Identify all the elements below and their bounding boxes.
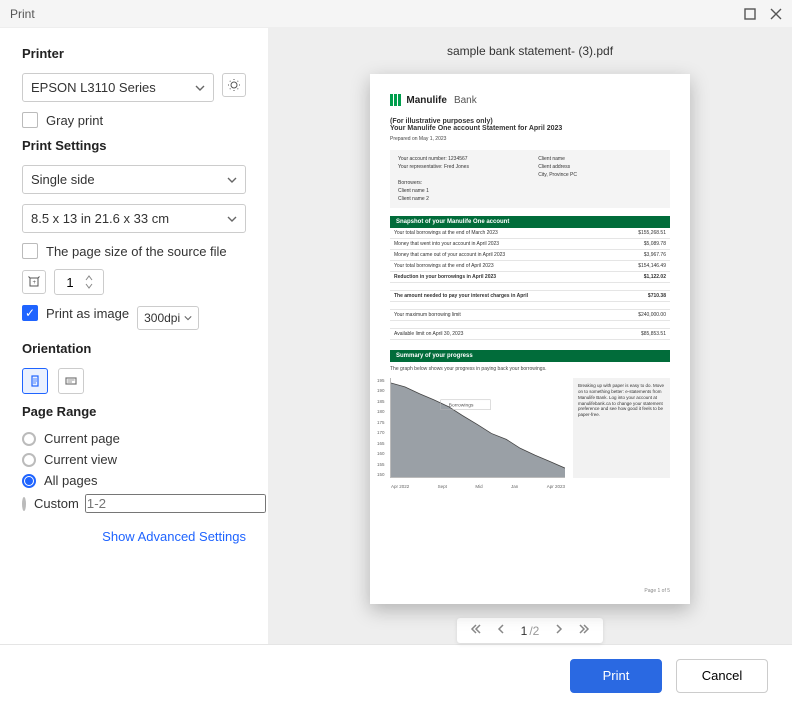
last-page-button[interactable]	[579, 623, 591, 638]
dpi-select[interactable]: 300dpi	[137, 306, 199, 330]
gray-print-checkbox[interactable]: Gray print	[22, 112, 246, 128]
collate-button[interactable]: +	[22, 270, 46, 294]
page-indicator: 1 /2	[521, 624, 540, 638]
table-row: Your maximum borrowing limit$240,000.00	[390, 310, 670, 321]
radio-custom-label: Custom	[34, 496, 79, 511]
print-options-panel: Printer EPSON L3110 Series Gray print Pr…	[0, 28, 268, 644]
radio-custom[interactable]: Custom /2 !	[22, 494, 246, 513]
graph-caption: The graph below shows your progress in p…	[390, 366, 670, 372]
stepper-up-icon[interactable]	[85, 274, 93, 282]
cancel-button[interactable]: Cancel	[676, 659, 768, 693]
svg-text:Borrowings: Borrowings	[449, 403, 474, 409]
table-row: Money that came out of your account in A…	[390, 250, 670, 261]
table-row: Available limit on April 30, 2023$85,853…	[390, 329, 670, 340]
y-axis-ticks: 195 190 185 180 175 170 165 160 155 150	[377, 378, 385, 477]
chevron-down-icon	[184, 314, 192, 322]
brand-logo: Manulife Bank	[390, 94, 670, 106]
borrowers-label: Borrowers:	[398, 180, 534, 186]
x-axis-ticks: Apr 2022 Sept Mid Jan Apr 2023	[391, 484, 565, 489]
printer-select-value: EPSON L3110 Series	[31, 80, 156, 95]
paper-size-select[interactable]: 8.5 x 13 in 21.6 x 33 cm	[22, 204, 246, 233]
snapshot-header: Snapshot of your Manulife One account	[390, 216, 670, 228]
copies-input[interactable]	[55, 275, 85, 290]
statement-title: Your Manulife One account Statement for …	[390, 125, 670, 132]
paper-size-value: 8.5 x 13 in 21.6 x 33 cm	[31, 211, 169, 226]
table-row: Reduction in your borrowings in April 20…	[390, 272, 670, 283]
orientation-portrait-button[interactable]	[22, 368, 48, 394]
print-as-image-label: Print as image	[46, 306, 129, 321]
chevron-down-icon	[195, 83, 205, 93]
radio-current-page[interactable]: Current page	[22, 431, 246, 446]
duplex-select[interactable]: Single side	[22, 165, 246, 194]
snapshot-table: Your total borrowings at the end of Marc…	[390, 228, 670, 340]
page-total: /2	[529, 624, 539, 638]
radio-current-page-label: Current page	[44, 431, 120, 446]
printer-heading: Printer	[22, 46, 246, 61]
brand-sub: Bank	[454, 95, 477, 106]
account-number: Your account number: 1234567	[398, 156, 534, 162]
representative: Your representative: Fred Jones	[398, 164, 534, 170]
svg-text:+: +	[33, 280, 37, 286]
advanced-settings-link[interactable]: Show Advanced Settings	[22, 529, 246, 544]
custom-range-input[interactable]	[85, 494, 266, 513]
collate-icon: +	[27, 275, 41, 289]
print-settings-heading: Print Settings	[22, 138, 246, 153]
client2: Client name 2	[398, 196, 534, 202]
city-r: City, Province PC	[538, 172, 662, 178]
area-chart-icon: Borrowings	[391, 378, 565, 477]
borrowings-chart: 195 190 185 180 175 170 165 160 155 150	[390, 378, 565, 478]
orientation-heading: Orientation	[22, 341, 246, 356]
titlebar: Print	[0, 0, 792, 28]
dpi-value: 300dpi	[144, 311, 180, 325]
maximize-icon[interactable]	[744, 8, 756, 20]
stepper-down-icon[interactable]	[85, 282, 93, 290]
close-icon[interactable]	[770, 8, 782, 20]
client-block: Your account number: 1234567 Client name…	[390, 150, 670, 208]
page-footer: Page 1 of 5	[644, 588, 670, 594]
prepared-date: Prepared on May 1, 2023	[390, 136, 670, 142]
source-page-size-checkbox[interactable]: The page size of the source file	[22, 243, 246, 259]
print-button[interactable]: Print	[570, 659, 662, 693]
copies-stepper[interactable]	[54, 269, 104, 295]
radio-current-view[interactable]: Current view	[22, 452, 246, 467]
gray-print-label: Gray print	[46, 113, 103, 128]
printer-select[interactable]: EPSON L3110 Series	[22, 73, 214, 102]
brand-main: Manulife	[406, 95, 447, 106]
source-page-size-label: The page size of the source file	[46, 244, 227, 259]
printer-properties-button[interactable]	[222, 73, 246, 97]
duplex-value: Single side	[31, 172, 95, 187]
chevron-down-icon	[227, 175, 237, 185]
client1: Client name 1	[398, 188, 534, 194]
next-page-button[interactable]	[553, 623, 565, 638]
window-title: Print	[10, 7, 35, 21]
radio-all-pages-label: All pages	[44, 473, 97, 488]
preview-filename: sample bank statement- (3).pdf	[447, 44, 613, 58]
portrait-icon	[28, 374, 42, 388]
summary-header: Summary of your progress	[390, 350, 670, 362]
table-row: Your total borrowings at the end of Marc…	[390, 228, 670, 239]
paginator: 1 /2	[457, 618, 604, 643]
client-addr-r: Client address	[538, 164, 662, 170]
chevron-down-icon	[227, 214, 237, 224]
client-name-r: Client name	[538, 156, 662, 162]
landscape-icon	[64, 374, 78, 388]
preview-area: sample bank statement- (3).pdf Manulife …	[268, 28, 792, 644]
illustrative-note: (For illustrative purposes only)	[390, 118, 670, 125]
table-row: Your total borrowings at the end of Apri…	[390, 261, 670, 272]
bottom-bar: Print Cancel	[0, 644, 792, 706]
gear-icon	[227, 78, 241, 92]
page-preview: Manulife Bank (For illustrative purposes…	[370, 74, 690, 604]
table-row: The amount needed to pay your interest c…	[390, 291, 670, 302]
page-current: 1	[521, 624, 528, 638]
radio-current-view-label: Current view	[44, 452, 117, 467]
print-as-image-checkbox[interactable]: Print as image	[22, 305, 129, 321]
page-range-heading: Page Range	[22, 404, 246, 419]
promo-sidebox: Breaking up with paper is easy to do. Mo…	[573, 378, 670, 478]
first-page-button[interactable]	[469, 623, 481, 638]
orientation-landscape-button[interactable]	[58, 368, 84, 394]
table-row: Money that went into your account in Apr…	[390, 239, 670, 250]
logo-mark-icon	[390, 94, 401, 106]
prev-page-button[interactable]	[495, 623, 507, 638]
radio-all-pages[interactable]: All pages	[22, 473, 246, 488]
